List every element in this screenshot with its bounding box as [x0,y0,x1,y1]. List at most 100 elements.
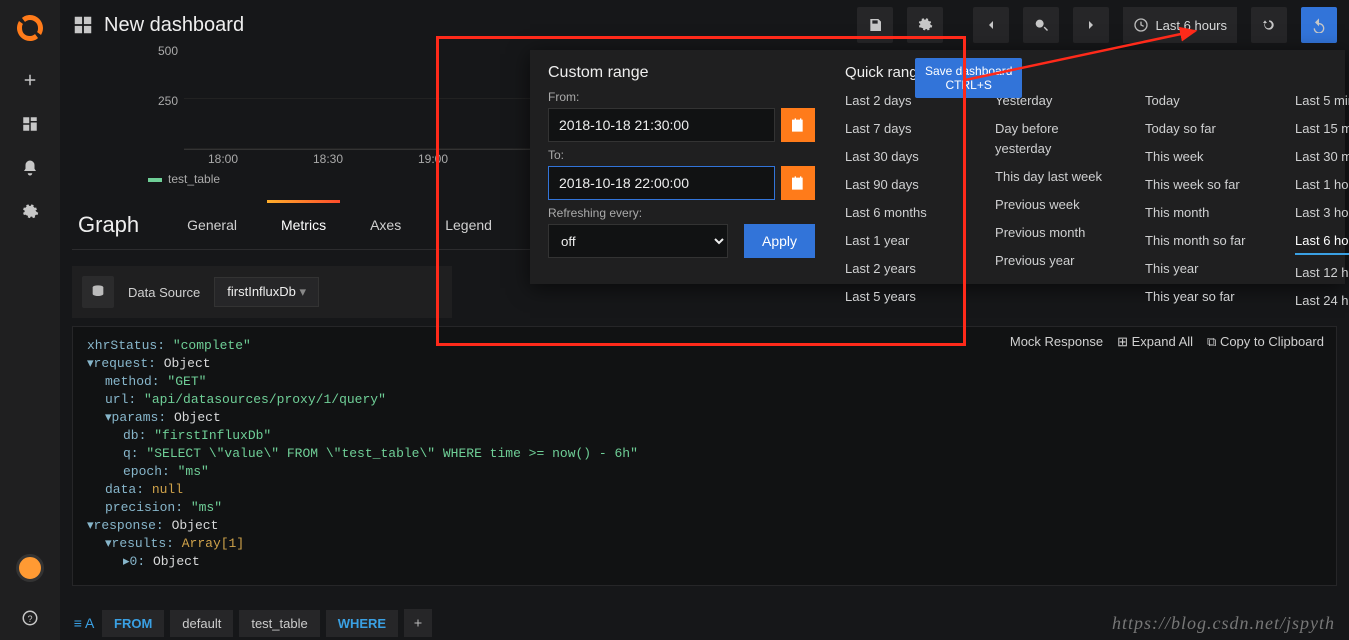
quick-range[interactable]: This month [1145,203,1265,223]
quick-range-selected[interactable]: Last 6 hours [1295,231,1349,255]
to-calendar-button[interactable] [781,166,815,200]
nav-alerting-icon[interactable] [10,148,50,188]
quick-range[interactable]: Last 30 days [845,147,965,167]
datasource-row: Data Source firstInfluxDb [72,266,452,318]
code-line: method: "GET" [105,373,1322,391]
edit-tabs: General Metrics Axes Legend [165,200,514,249]
user-avatar[interactable] [16,554,44,582]
quick-range[interactable]: Day before yesterday [995,119,1115,159]
from-keyword[interactable]: FROM [102,610,164,637]
save-tooltip: Save dashboard CTRL+S [915,58,1022,98]
query-builder-row: ≡ A FROM default test_table WHERE [72,606,432,640]
code-line: epoch: "ms" [123,463,1322,481]
custom-range-heading: Custom range [548,64,815,82]
xtick: 18:30 [313,152,343,166]
quick-range[interactable]: Last 1 year [845,231,965,251]
quick-range[interactable]: Today so far [1145,119,1265,139]
quick-range[interactable]: This week [1145,147,1265,167]
nav-create-icon[interactable] [10,60,50,100]
to-label: To: [548,148,815,162]
database-icon [82,276,114,308]
quick-range[interactable]: Last 6 months [845,203,965,223]
quick-range[interactable]: Last 7 days [845,119,965,139]
chart-legend[interactable]: test_table [148,172,220,186]
where-keyword[interactable]: WHERE [326,610,398,637]
dashboards-icon [72,14,94,36]
time-range-picker-button[interactable]: Last 6 hours [1123,7,1237,43]
zoom-out-button[interactable] [1023,7,1059,43]
code-line[interactable]: ▾request: Object [87,355,1322,373]
xtick: 19:00 [418,152,448,166]
quick-range[interactable]: Last 30 minutes [1295,147,1349,167]
tab-metrics[interactable]: Metrics [259,200,348,249]
code-line[interactable]: ▾response: Object [87,517,1322,535]
nav-dashboards-icon[interactable] [10,104,50,144]
from-label: From: [548,90,815,104]
query-inspector-pane: Mock Response ⊞ Expand All ⧉ Copy to Cli… [72,326,1337,586]
nav-help-icon[interactable]: ? [10,598,50,638]
tab-legend[interactable]: Legend [423,200,514,249]
code-line[interactable]: ▸0: Object [123,553,1322,571]
from-policy[interactable]: default [170,610,233,637]
from-input[interactable] [548,108,775,142]
code-line[interactable]: ▾params: Object [105,409,1322,427]
code-line: db: "firstInfluxDb" [123,427,1322,445]
from-calendar-button[interactable] [781,108,815,142]
where-add-button[interactable] [404,609,432,637]
quick-range[interactable]: Last 90 days [845,175,965,195]
left-nav-rail: ? [0,0,60,640]
quick-range[interactable]: Last 2 years [845,259,965,279]
quick-range[interactable]: Last 15 minutes [1295,119,1349,139]
settings-button[interactable] [907,7,943,43]
datasource-label: Data Source [128,285,200,300]
from-measurement[interactable]: test_table [239,610,319,637]
code-line: precision: "ms" [105,499,1322,517]
save-button[interactable] [857,7,893,43]
apply-button[interactable]: Apply [744,224,815,258]
datasource-select[interactable]: firstInfluxDb [214,277,319,307]
discard-button[interactable] [1301,7,1337,43]
quick-range[interactable]: Last 5 years [845,287,965,307]
quick-range[interactable]: This month so far [1145,231,1265,251]
copy-clipboard-link[interactable]: ⧉ Copy to Clipboard [1207,333,1324,351]
quick-range[interactable]: Previous year [995,251,1115,271]
ytick: 500 [148,44,178,58]
quick-range[interactable]: Last 3 hours [1295,203,1349,223]
time-range-label: Last 6 hours [1155,18,1227,33]
expand-all-link[interactable]: ⊞ Expand All [1117,333,1193,351]
code-line: q: "SELECT \"value\" FROM \"test_table\"… [123,445,1322,463]
mock-response-link[interactable]: Mock Response [1010,333,1103,351]
time-prev-button[interactable] [973,7,1009,43]
panel-type-heading: Graph [72,212,165,238]
quick-range[interactable]: This week so far [1145,175,1265,195]
ytick: 250 [148,94,178,108]
grafana-logo [14,12,46,44]
quick-range[interactable]: Last 5 minutes [1295,91,1349,111]
dashboard-title[interactable]: New dashboard [104,14,244,37]
quick-range[interactable]: Previous month [995,223,1115,243]
quick-range[interactable]: This year so far [1145,287,1265,307]
to-input[interactable] [548,166,775,200]
nav-config-icon[interactable] [10,192,50,232]
quick-range[interactable]: This day last week [995,167,1115,187]
query-handle[interactable]: ≡ A [72,615,96,631]
xtick: 18:00 [208,152,238,166]
refresh-label: Refreshing every: [548,206,815,220]
svg-text:?: ? [27,614,32,624]
code-line: data: null [105,481,1322,499]
topbar: New dashboard Last 6 hours [60,0,1349,50]
quick-range[interactable]: Previous week [995,195,1115,215]
quick-range[interactable]: Last 1 hour [1295,175,1349,195]
refresh-button[interactable] [1251,7,1287,43]
quick-range[interactable]: Last 12 hours [1295,263,1349,283]
quick-range[interactable]: Last 24 hours [1295,291,1349,311]
code-line[interactable]: ▾results: Array[1] [105,535,1322,553]
refresh-select[interactable]: off [548,224,728,258]
quick-ranges-col-4: . Last 5 minutes Last 15 minutes Last 30… [1295,64,1349,270]
tab-general[interactable]: General [165,200,259,249]
time-next-button[interactable] [1073,7,1109,43]
quick-range[interactable]: Today [1145,91,1265,111]
tab-axes[interactable]: Axes [348,200,423,249]
quick-ranges-col-3: . Today Today so far This week This week… [1145,64,1265,270]
quick-range[interactable]: This year [1145,259,1265,279]
